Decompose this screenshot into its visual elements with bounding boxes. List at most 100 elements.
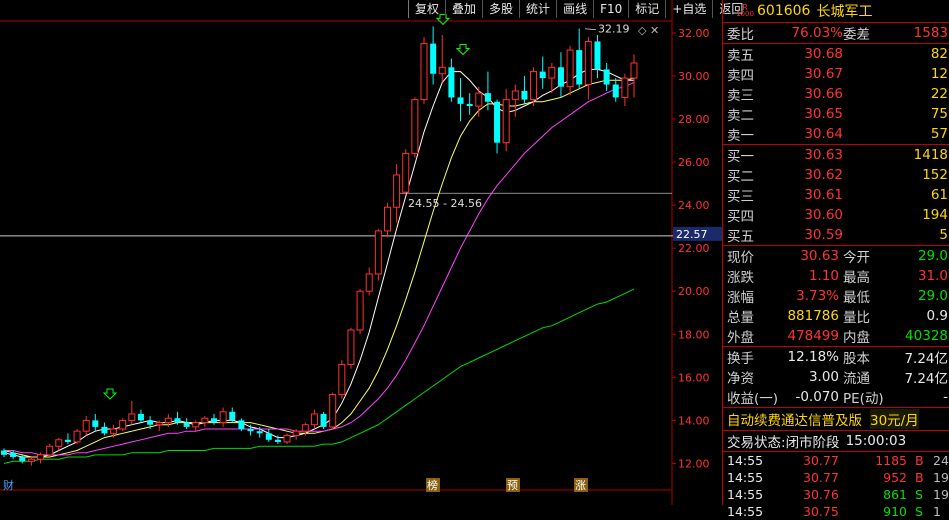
order-price: 30.64 [804,126,843,142]
chart-tool-icons[interactable]: ◇ ✕ [638,24,659,37]
toolbar-button[interactable]: 标记 [628,0,665,18]
candle-body-up [73,430,81,443]
quote-row: 现价 30.63 今开 29.0 [723,246,949,266]
order-row[interactable]: 卖三 30.66 22 [723,84,949,104]
y-tick-label: 32.00 [678,27,710,40]
toolbar-button[interactable]: 多股 [482,0,519,18]
tick-time: 14:55 [727,453,764,468]
quote-label-2: 今开 [843,250,870,266]
toolbar-button[interactable]: F10 [593,0,628,18]
candle-body-up [329,394,337,428]
quote-label: 现价 [727,250,754,266]
ma-line [3,77,635,458]
quote-label: 总量 [727,310,754,326]
quote-row: 涨跌 1.10 最高 31.0 [723,266,949,286]
order-price: 30.60 [804,207,843,223]
order-row[interactable]: 卖二 30.65 75 [723,104,949,124]
status-state: 闭市阶段 [785,435,840,451]
bottom-marker: 财 [3,478,14,492]
candle-body-down [274,439,281,442]
high-price-annotation: 32.19 [598,23,630,36]
moving-averages [3,68,635,464]
order-label: 买三 [727,189,754,205]
quote-label: 换手 [727,351,754,367]
tick-vol: 910 [883,504,907,519]
toolbar-button[interactable]: 复权 [408,0,445,18]
quote-value-2: 7.24亿 [904,371,948,387]
order-row[interactable]: 买五 30.59 5 [723,225,949,245]
ratio-row: 委比 76.03% 委差 1583 [723,23,949,43]
candle-body-up [420,43,428,101]
order-row[interactable]: 买二 30.62 152 [723,165,949,185]
stock-logo-icon: R 1000 [736,3,754,18]
candle-body-up [566,49,574,88]
order-price: 30.61 [804,187,843,203]
candle-body-up [201,417,209,424]
order-label: 卖三 [727,88,754,104]
candle-body-down [484,93,491,102]
candle-body-down [466,103,473,107]
candle-body-down [603,69,610,85]
quote-label-2: 股本 [843,351,870,367]
ad-text: 自动续费通达信普及版 [727,413,862,429]
quote-row: 净资 3.00 流通 7.24亿 [723,367,949,387]
toolbar-button[interactable]: 叠加 [445,0,482,18]
order-label: 卖四 [727,68,754,84]
status-label: 交易状态: [727,435,786,451]
candle-body-down [247,429,254,432]
quote-panel: R 1000 601606 长城军工 委比 76.03% 委差 1583 卖五 3… [722,0,949,519]
order-price: 30.66 [804,86,843,102]
tick-time: 14:55 [727,487,764,502]
y-tick-label: 24.00 [678,199,710,212]
order-volume: 12 [930,66,948,82]
tick-price: 30.76 [803,487,839,502]
order-row[interactable]: 卖一 30.64 57 [723,124,949,144]
ad-price: 30元/月 [870,409,919,429]
y-tick-label: 20.00 [678,285,710,298]
trade-status: 交易状态: 闭市阶段 15:00:03 [723,431,949,452]
order-row[interactable]: 卖五 30.68 82 [723,44,949,64]
order-label: 卖二 [727,108,754,124]
order-row[interactable]: 卖四 30.67 12 [723,64,949,84]
ma-line [3,68,634,458]
status-time: 15:00:03 [845,433,907,449]
candle-body-up [27,458,35,462]
candle-body-down [430,43,437,74]
order-label: 买一 [727,149,754,165]
y-tick-label: 16.00 [678,371,710,384]
quote-label-2: 流通 [843,371,870,387]
order-price: 30.68 [804,46,843,62]
candle-body-down [10,452,17,458]
kline-chart[interactable]: 32.00 30.00 28.00 26.00 24.00 22.00 20.00 18.00… [0,0,722,505]
quote-value: 3.73% [796,288,839,304]
quote-list: 现价 30.63 今开 29.0 涨跌 1.10 最高 31.0 涨幅 3.73% 最低 29.0 总量… [723,245,949,346]
candle-body-up [511,90,519,101]
candle-body-up [119,419,127,430]
candle-body-down [594,41,601,70]
candle-body-up [347,329,355,365]
candle-body-down [174,418,181,423]
order-row[interactable]: 买四 30.60 194 [723,205,949,225]
candle-body-up [128,413,136,421]
toolbar-button[interactable]: 画线 [556,0,593,18]
candle-body-down [265,433,272,440]
candle-body-up [365,273,373,292]
order-volume: 61 [930,187,948,203]
candle-body-up [584,40,592,86]
candle-body-down [147,420,154,425]
toolbar-button[interactable]: 统计 [519,0,556,18]
ad-banner[interactable]: 自动续费通达信普及版 30元/月 [723,407,949,431]
candle-body-up [155,422,163,426]
order-row[interactable]: 买一 30.63 1418 [723,145,949,165]
tick-side: S [915,504,923,519]
quote-row: 外盘 478499 内盘 40328 [723,326,949,346]
bottom-marker: 涨 [575,479,586,492]
order-price: 30.65 [804,106,843,122]
candle-body-down [320,413,327,427]
tick-vol: 952 [883,470,907,485]
order-row[interactable]: 买三 30.61 61 [723,185,949,205]
candle-body-down [256,431,263,434]
candle-body-down [64,439,71,442]
toolbar-button[interactable]: +自选 [665,0,712,18]
order-volume: 5 [939,227,948,243]
